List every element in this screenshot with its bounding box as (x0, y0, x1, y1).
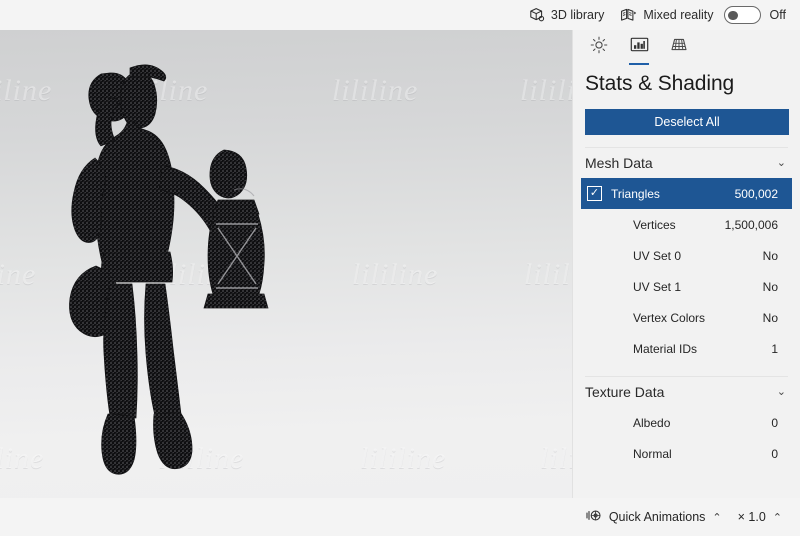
row-label: Vertex Colors (633, 310, 706, 325)
row-value: 500,002 (734, 186, 778, 201)
3d-viewport[interactable]: lililine lililine lililine lililine lili… (0, 30, 572, 498)
row-value: 0 (771, 446, 778, 461)
row-label: UV Set 1 (633, 279, 682, 294)
chevron-down-icon[interactable]: ⌄ (777, 386, 786, 398)
row-label: Normal (633, 446, 672, 461)
row-value: No (762, 279, 778, 294)
animation-icon (586, 508, 602, 526)
sun-brightness-icon (590, 36, 608, 59)
top-toolbar: 3D library Mixed reality Off (0, 0, 800, 30)
3d-library-button[interactable]: 3D library (521, 0, 613, 30)
quick-animations-button[interactable]: Quick Animations ⌃ (578, 502, 730, 532)
deselect-all-button[interactable]: Deselect All (585, 109, 789, 135)
mixed-reality-icon (620, 7, 637, 23)
3d-model[interactable] (38, 38, 338, 498)
row-label: Material IDs (633, 341, 698, 356)
row-value: 1 (771, 341, 778, 356)
texture-data-rows: Albedo 0 Normal 0 (573, 407, 800, 469)
quick-animations-label: Quick Animations (608, 510, 706, 524)
row-label: UV Set 0 (633, 248, 682, 263)
playback-speed-label: × 1.0 (737, 510, 766, 524)
row-value: 0 (771, 415, 778, 430)
cube-3d-icon (529, 7, 545, 23)
panel-tab-bar (573, 30, 800, 65)
table-row[interactable]: Material IDs 1 (581, 333, 792, 364)
row-label: Vertices (633, 217, 676, 232)
row-label: Triangles (611, 186, 660, 201)
table-row[interactable]: Vertices 1,500,006 (581, 209, 792, 240)
watermark-text: lililine (0, 258, 37, 291)
app-window: 3D library Mixed reality Off lililine (0, 0, 800, 536)
toggle-state-label: Off (769, 8, 786, 22)
section-title: Mesh Data (585, 155, 653, 171)
mixed-reality-label: Mixed reality (643, 8, 714, 22)
properties-sidebar: Stats & Shading Deselect All Mesh Data ⌄… (572, 30, 800, 498)
watermark-text: lililine (360, 442, 447, 475)
row-value: No (762, 310, 778, 325)
mixed-reality-button[interactable]: Mixed reality (612, 0, 721, 30)
tab-lighting[interactable] (581, 31, 617, 63)
section-header-texture-data[interactable]: Texture Data ⌄ (573, 377, 800, 407)
watermark-text: lililine (332, 74, 419, 107)
watermark-text: lililine (520, 74, 572, 107)
tab-stats-shading[interactable] (621, 31, 657, 65)
chevron-down-icon[interactable]: ⌄ (777, 157, 786, 169)
table-row[interactable]: UV Set 0 No (581, 240, 792, 271)
stats-shading-icon (630, 36, 649, 58)
section-header-mesh-data[interactable]: Mesh Data ⌄ (573, 148, 800, 178)
section-title: Texture Data (585, 384, 665, 400)
table-row[interactable]: Normal 0 (581, 438, 792, 469)
mesh-data-rows: ✓ Triangles 500,002 Vertices 1,500,006 U… (573, 178, 800, 364)
watermark-text: lililine (352, 258, 439, 291)
table-row[interactable]: Vertex Colors No (581, 302, 792, 333)
mixed-reality-toggle-group[interactable]: Off (722, 6, 792, 24)
watermark-text: lililine (540, 442, 572, 475)
row-label: Albedo (633, 415, 671, 430)
bottom-toolbar: Quick Animations ⌃ × 1.0 ⌃ (0, 498, 800, 536)
table-row[interactable]: UV Set 1 No (581, 271, 792, 302)
chevron-up-icon[interactable]: ⌃ (712, 511, 721, 524)
table-row[interactable]: Albedo 0 (581, 407, 792, 438)
table-row[interactable]: ✓ Triangles 500,002 (581, 178, 792, 209)
row-checkbox[interactable]: ✓ (587, 186, 602, 201)
playback-speed-button[interactable]: × 1.0 ⌃ (730, 502, 790, 532)
3d-library-label: 3D library (550, 8, 605, 22)
chevron-up-icon[interactable]: ⌃ (773, 511, 782, 524)
watermark-text: lililine (524, 258, 572, 291)
page-title: Stats & Shading (585, 72, 735, 95)
tab-grid[interactable] (661, 31, 697, 63)
mixed-reality-toggle[interactable] (723, 6, 761, 24)
grid-icon (670, 36, 688, 58)
toggle-knob (728, 10, 738, 20)
row-value: 1,500,006 (724, 217, 778, 232)
row-value: No (762, 248, 778, 263)
